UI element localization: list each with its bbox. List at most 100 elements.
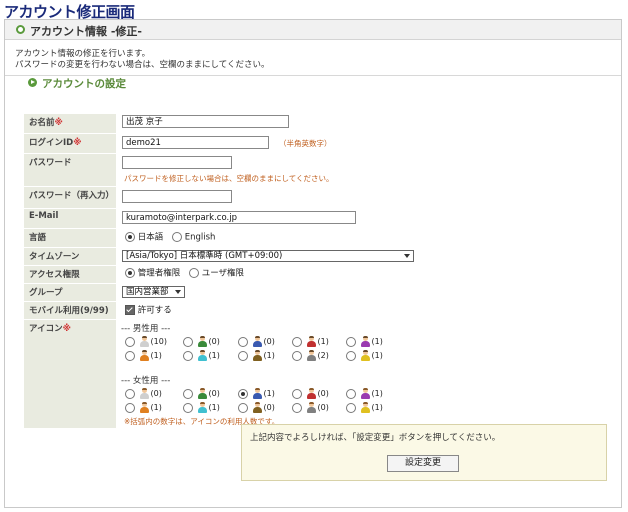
- male-icons-label: --- 男性用 ---: [121, 324, 171, 334]
- icon-option[interactable]: (1): [346, 350, 383, 362]
- icon-option[interactable]: (10): [125, 336, 167, 348]
- mobile-label: モバイル利用(9/99): [24, 302, 116, 319]
- password-input[interactable]: [122, 156, 232, 169]
- icon-option[interactable]: (2): [292, 350, 329, 362]
- update-settings-button[interactable]: 設定変更: [387, 455, 459, 472]
- icon-option[interactable]: (1): [292, 336, 329, 348]
- icon-option[interactable]: (0): [125, 388, 162, 400]
- radio-selected-icon[interactable]: [125, 232, 135, 242]
- access-option-user[interactable]: ユーザ権限: [189, 268, 244, 280]
- radio-icon[interactable]: [238, 402, 248, 413]
- radio-icon[interactable]: [238, 350, 248, 361]
- icon-option[interactable]: (0): [292, 388, 329, 400]
- password-confirm-input[interactable]: [122, 190, 232, 203]
- password-label: パスワード: [24, 154, 116, 186]
- icon-count: (1): [263, 389, 275, 398]
- person-icon: [306, 336, 316, 347]
- person-icon: [197, 402, 207, 413]
- icon-option[interactable]: (0): [183, 336, 220, 348]
- section-header: アカウント情報 -修正-: [5, 20, 621, 40]
- radio-icon[interactable]: [183, 350, 193, 361]
- person-icon: [252, 336, 262, 347]
- radio-icon[interactable]: [346, 350, 356, 361]
- person-icon: [139, 336, 149, 347]
- icon-option[interactable]: (1): [183, 402, 220, 414]
- icon-count: (1): [371, 389, 383, 398]
- name-label: お名前※: [24, 114, 116, 133]
- radio-icon[interactable]: [183, 388, 193, 399]
- icon-count: (1): [150, 351, 162, 360]
- radio-icon[interactable]: [292, 388, 302, 399]
- access-option-admin[interactable]: 管理者権限: [125, 268, 180, 280]
- group-label: グループ: [24, 284, 116, 301]
- icon-count: (1): [150, 403, 162, 412]
- icon-option[interactable]: (1): [125, 350, 162, 362]
- icon-count: (1): [317, 337, 329, 346]
- person-icon: [139, 350, 149, 361]
- icon-option[interactable]: (0): [238, 336, 275, 348]
- icon-count: (0): [317, 389, 329, 398]
- intro-line-1: アカウント情報の修正を行います。: [15, 49, 151, 59]
- person-icon: [360, 336, 370, 347]
- icon-count: (0): [208, 389, 220, 398]
- group-select[interactable]: 国内営業部: [122, 286, 185, 298]
- icon-option[interactable]: (1): [125, 402, 162, 414]
- icon-count: (1): [263, 351, 275, 360]
- radio-icon[interactable]: [238, 336, 248, 347]
- settings-title: アカウントの設定: [42, 78, 126, 90]
- icon-count: (0): [208, 337, 220, 346]
- person-icon: [360, 350, 370, 361]
- icon-option[interactable]: (0): [183, 388, 220, 400]
- section-title: アカウント情報 -修正-: [30, 25, 142, 38]
- mobile-permit-checkbox[interactable]: 許可する: [125, 305, 172, 317]
- radio-icon[interactable]: [172, 232, 182, 242]
- person-icon: [252, 402, 262, 413]
- confirm-text: 上記内容でよろしければ、「設定変更」ボタンを押してください。: [250, 433, 501, 443]
- language-label: 言語: [24, 229, 116, 247]
- radio-icon[interactable]: [125, 388, 135, 399]
- arrow-circle-icon: [28, 78, 37, 87]
- icon-option[interactable]: (1): [183, 350, 220, 362]
- radio-selected-icon[interactable]: [125, 268, 135, 278]
- timezone-label: タイムゾーン: [24, 248, 116, 265]
- chevron-down-icon: [175, 290, 181, 294]
- person-icon: [360, 402, 370, 413]
- timezone-select[interactable]: [Asia/Tokyo] 日本標準時 (GMT+09:00): [122, 250, 414, 262]
- icon-count: (0): [317, 403, 329, 412]
- radio-icon[interactable]: [346, 388, 356, 399]
- person-icon: [197, 388, 207, 399]
- language-option-en[interactable]: English: [172, 232, 215, 244]
- radio-icon[interactable]: [125, 402, 135, 413]
- language-option-ja[interactable]: 日本語: [125, 232, 163, 244]
- radio-icon[interactable]: [189, 268, 199, 278]
- icon-count: (0): [263, 337, 275, 346]
- person-icon: [306, 388, 316, 399]
- radio-icon[interactable]: [125, 336, 135, 347]
- radio-selected-icon[interactable]: [238, 388, 248, 399]
- icon-option[interactable]: (1): [346, 402, 383, 414]
- radio-icon[interactable]: [292, 336, 302, 347]
- password-confirm-label: パスワード（再入力）: [24, 187, 116, 208]
- person-icon: [306, 350, 316, 361]
- radio-icon[interactable]: [292, 402, 302, 413]
- radio-icon[interactable]: [125, 350, 135, 361]
- person-icon: [197, 350, 207, 361]
- person-icon: [252, 388, 262, 399]
- icon-option[interactable]: (1): [346, 336, 383, 348]
- name-input[interactable]: 出茂 京子: [122, 115, 289, 128]
- icon-option[interactable]: (1): [346, 388, 383, 400]
- login-id-input[interactable]: demo21: [122, 136, 269, 149]
- radio-icon[interactable]: [346, 336, 356, 347]
- checkbox-checked-icon[interactable]: [125, 305, 135, 315]
- access-label: アクセス権限: [24, 266, 116, 283]
- icon-option[interactable]: (1): [238, 388, 275, 400]
- icon-option[interactable]: (1): [238, 350, 275, 362]
- radio-icon[interactable]: [183, 402, 193, 413]
- icon-option[interactable]: (0): [292, 402, 329, 414]
- icon-count: (10): [150, 337, 167, 346]
- radio-icon[interactable]: [292, 350, 302, 361]
- radio-icon[interactable]: [183, 336, 193, 347]
- radio-icon[interactable]: [346, 402, 356, 413]
- email-input[interactable]: kuramoto@interpark.co.jp: [122, 211, 356, 224]
- icon-option[interactable]: (0): [238, 402, 275, 414]
